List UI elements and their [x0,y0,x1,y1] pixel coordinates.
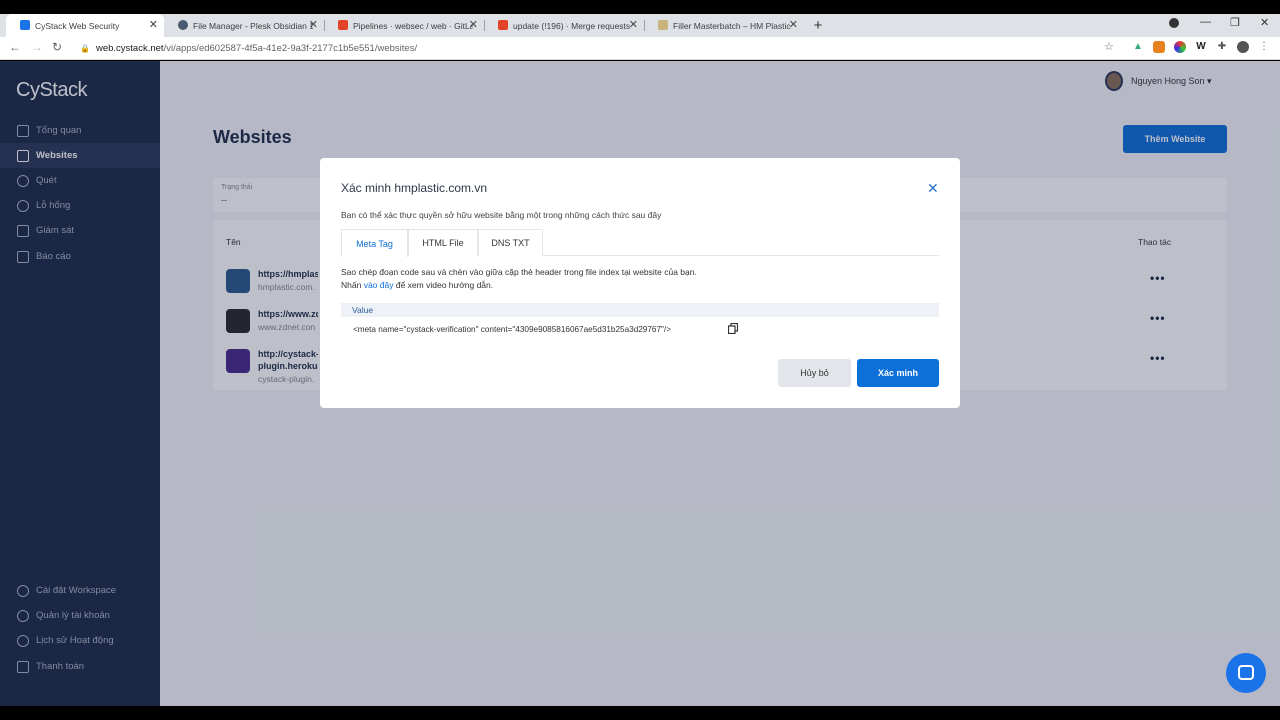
hm-plastic-icon [658,20,668,30]
extensions-puzzle-icon[interactable]: ✚ [1216,41,1228,53]
lock-icon: 🔒 [80,44,90,53]
browser-tab-label: update (!196) · Merge requests [513,20,631,31]
verification-code: <meta name="cystack-verification" conten… [353,325,671,334]
forward-icon[interactable]: → [31,40,43,54]
window-close-icon[interactable]: ✕ [1260,16,1269,29]
close-icon[interactable]: ✕ [629,18,638,31]
extension-metamask-icon[interactable] [1153,41,1165,53]
minimize-icon[interactable]: — [1200,16,1211,28]
browser-tab[interactable]: Filler Masterbatch – HM Plastic ✕ [644,14,804,37]
browser-tab[interactable]: Pipelines · websec / web · GitLab ✕ [324,14,484,37]
close-icon[interactable]: ✕ [927,180,939,197]
extension-color-icon[interactable] [1174,41,1186,53]
instruction-prefix: Nhấn [341,280,362,290]
verify-modal: Xác minh hmplastic.com.vn ✕ Bạn có thể x… [320,158,960,408]
cancel-button[interactable]: Hủy bỏ [778,359,851,387]
app: CyStack Tổng quan Websites Quét Lỗ hổng … [0,61,1280,706]
tab-dns-txt[interactable]: DNS TXT [478,229,543,256]
close-icon[interactable]: ✕ [789,18,798,31]
verify-button[interactable]: Xác minh [857,359,939,387]
plesk-icon [178,20,188,30]
instruction-text: Sao chép đoạn code sau và chèn vào giữa … [341,267,697,277]
extension-w-icon[interactable]: W [1195,41,1207,53]
browser-toolbar: ← → ↻ 🔒 web.cystack.net/vi/apps/ed602587… [0,37,1280,60]
verification-tabs: Meta Tag HTML File DNS TXT [341,229,939,257]
profile-avatar-icon[interactable] [1237,41,1249,53]
reload-icon[interactable]: ↻ [52,40,62,54]
browser-tab-label: File Manager - Plesk Obsidian 18 [193,20,313,31]
chat-launcher-button[interactable] [1226,653,1266,693]
chat-icon [1238,665,1254,680]
extension-drive-icon[interactable]: ▲ [1132,41,1144,53]
new-tab-button[interactable]: + [810,17,826,34]
back-icon[interactable]: ← [9,40,21,54]
browser-tab[interactable]: update (!196) · Merge requests ✕ [484,14,644,37]
close-icon[interactable]: ✕ [309,18,318,31]
instruction-suffix: để xem video hướng dẫn. [395,280,494,290]
video-guide-link[interactable]: vào đây [364,280,394,290]
url-path: /vi/apps/ed602587-4f5a-41e2-9a3f-2177c1b… [163,43,418,54]
browser-tab[interactable]: CyStack Web Security ✕ [6,14,164,37]
close-icon[interactable]: ✕ [149,18,158,31]
gitlab-icon [498,20,508,30]
profile-dot-icon[interactable] [1169,18,1179,28]
browser-tab-label: Pipelines · websec / web · GitLab [353,20,473,31]
letterbox-top [0,0,1280,14]
shield-icon [20,20,30,30]
letterbox-bottom [0,706,1280,720]
modal-title: Xác minh hmplastic.com.vn [341,181,488,195]
bookmark-star-icon[interactable]: ☆ [1104,40,1114,53]
gitlab-icon [338,20,348,30]
copy-icon[interactable] [728,323,738,334]
instruction-video: Nhấn vào đây để xem video hướng dẫn. [341,280,493,290]
restore-icon[interactable]: ❐ [1230,16,1240,29]
browser-tab[interactable]: File Manager - Plesk Obsidian 18 ✕ [164,14,324,37]
close-icon[interactable]: ✕ [469,18,478,31]
browser-menu-icon[interactable]: ⋮ [1258,41,1270,53]
tab-html-file[interactable]: HTML File [408,229,478,256]
modal-description: Bạn có thể xác thực quyền sở hữu website… [341,210,662,220]
url-host: web.cystack.net [95,43,164,54]
value-header: Value [341,303,939,317]
browser-tab-label: Filler Masterbatch – HM Plastic [673,20,791,31]
browser-tab-label: CyStack Web Security [35,20,120,31]
browser-tabstrip: CyStack Web Security ✕ File Manager - Pl… [0,14,1280,37]
address-bar[interactable]: 🔒 web.cystack.net/vi/apps/ed602587-4f5a-… [80,39,1120,58]
tab-meta-tag[interactable]: Meta Tag [341,229,408,257]
